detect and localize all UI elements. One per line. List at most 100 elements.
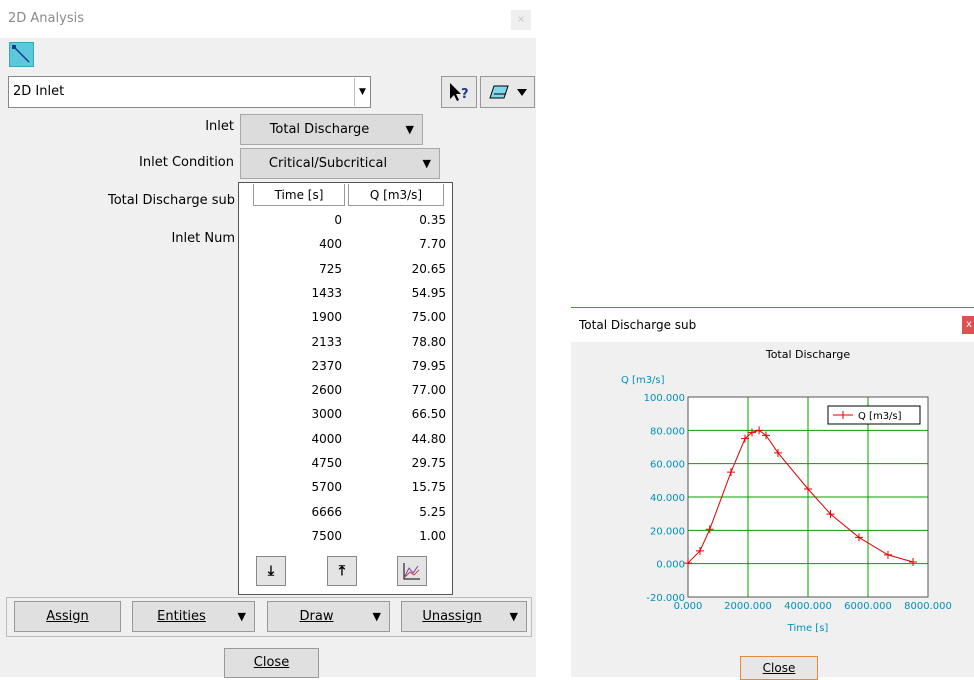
draw-button[interactable]: Draw ▼: [267, 601, 390, 632]
q-cell[interactable]: 54.95: [412, 286, 446, 300]
time-cell[interactable]: 1900: [311, 310, 342, 324]
chevron-down-icon: ▼: [422, 157, 431, 170]
table-row[interactable]: 2600 77.00: [239, 379, 452, 403]
table-row[interactable]: 6666 5.25: [239, 501, 452, 525]
inlet-value: Total Discharge: [269, 122, 370, 137]
time-cell[interactable]: 7500: [311, 529, 342, 543]
time-cell[interactable]: 2370: [311, 359, 342, 373]
q-cell[interactable]: 78.80: [412, 335, 446, 349]
table-row[interactable]: 2133 78.80: [239, 331, 452, 355]
inlet-condition-value: Critical/Subcritical: [268, 156, 388, 171]
column-header-q[interactable]: Q [m3/s]: [348, 184, 444, 206]
y-tick-label: 80.000: [650, 426, 685, 437]
chevron-down-icon: ▼: [509, 610, 518, 623]
q-cell[interactable]: 44.80: [412, 432, 446, 446]
pointer-help-icon[interactable]: ?: [441, 76, 477, 108]
layer-dropdown-icon[interactable]: [480, 76, 535, 108]
table-row[interactable]: 5700 15.75: [239, 476, 452, 500]
close-icon[interactable]: x: [962, 316, 974, 334]
time-cell[interactable]: 2133: [311, 335, 342, 349]
q-cell[interactable]: 7.70: [419, 237, 446, 251]
discharge-table[interactable]: Time [s] Q [m3/s] 0 0.35 400 7.70 725 20.65 14…: [238, 182, 453, 595]
y-tick-label: 40.000: [650, 493, 685, 504]
time-cell[interactable]: 6666: [311, 505, 342, 519]
time-cell[interactable]: 725: [319, 262, 342, 276]
q-cell[interactable]: 77.00: [412, 383, 446, 397]
table-row[interactable]: 1433 54.95: [239, 282, 452, 306]
table-header: Time [s] Q [m3/s]: [239, 183, 454, 207]
time-cell[interactable]: 4750: [311, 456, 342, 470]
q-cell[interactable]: 20.65: [412, 262, 446, 276]
svg-text:?: ?: [461, 87, 469, 102]
time-cell[interactable]: 1433: [311, 286, 342, 300]
x-tick-label: 8000.000: [904, 601, 952, 612]
move-down-icon[interactable]: ⤓: [256, 556, 286, 586]
q-cell[interactable]: 0.35: [419, 213, 446, 227]
table-row[interactable]: 1900 75.00: [239, 306, 452, 330]
close-icon[interactable]: ×: [511, 10, 531, 30]
inlet-label: Inlet: [205, 119, 234, 134]
y-tick-label: 60.000: [650, 460, 685, 471]
chevron-down-icon: ▼: [237, 610, 246, 623]
table-row[interactable]: 725 20.65: [239, 258, 452, 282]
table-row[interactable]: 2370 79.95: [239, 355, 452, 379]
assign-button[interactable]: Assign: [14, 601, 121, 632]
x-tick-label: 6000.000: [844, 601, 892, 612]
q-cell[interactable]: 75.00: [412, 310, 446, 324]
inlet-dropdown[interactable]: Total Discharge ▼: [240, 114, 423, 145]
chart-close-button[interactable]: Close: [740, 656, 818, 680]
plot-graph-icon[interactable]: [397, 556, 427, 586]
window-title: 2D Analysis: [0, 0, 536, 38]
time-cell[interactable]: 0: [334, 213, 342, 227]
draw-label: Draw: [299, 609, 334, 624]
entities-button[interactable]: Entities ▼: [132, 601, 255, 632]
q-cell[interactable]: 5.25: [419, 505, 446, 519]
time-cell[interactable]: 3000: [311, 407, 342, 421]
q-cell[interactable]: 1.00: [419, 529, 446, 543]
move-up-icon[interactable]: ⤒: [327, 556, 357, 586]
entity-type-value: 2D Inlet: [13, 84, 65, 99]
close-button[interactable]: Close: [224, 648, 319, 678]
analysis-window: 2D Analysis × 2D Inlet ▼ ? Inlet Total D…: [0, 0, 536, 678]
chart-title: Total Discharge: [765, 348, 851, 361]
table-row[interactable]: 0 0.35: [239, 209, 452, 233]
x-tick-label: 2000.000: [724, 601, 772, 612]
chevron-down-icon: ▼: [405, 123, 414, 136]
y-tick-label: -20.000: [646, 593, 685, 604]
y-tick-label: 0.000: [656, 560, 685, 571]
chevron-down-icon: ▼: [372, 610, 381, 623]
y-axis-label: Q [m3/s]: [621, 375, 665, 386]
line-tool-icon[interactable]: [9, 42, 34, 67]
table-row[interactable]: 4750 29.75: [239, 452, 452, 476]
time-cell[interactable]: 5700: [311, 480, 342, 494]
table-row[interactable]: 3000 66.50: [239, 403, 452, 427]
inlet-condition-label: Inlet Condition: [139, 155, 234, 170]
q-cell[interactable]: 15.75: [412, 480, 446, 494]
table-row[interactable]: 400 7.70: [239, 233, 452, 257]
chart-close-label: Close: [762, 661, 796, 675]
q-cell[interactable]: 29.75: [412, 456, 446, 470]
time-cell[interactable]: 4000: [311, 432, 342, 446]
close-label: Close: [253, 655, 290, 670]
time-cell[interactable]: 400: [319, 237, 342, 251]
entity-type-select[interactable]: 2D Inlet ▼: [8, 76, 371, 108]
assign-label: Assign: [46, 609, 89, 624]
q-cell[interactable]: 66.50: [412, 407, 446, 421]
table-row[interactable]: 7500 1.00: [239, 525, 452, 549]
unassign-button[interactable]: Unassign ▼: [401, 601, 527, 632]
table-row[interactable]: 4000 44.80: [239, 428, 452, 452]
chart-window-title: Total Discharge sub: [571, 308, 974, 342]
column-header-time[interactable]: Time [s]: [253, 184, 345, 206]
inlet-condition-dropdown[interactable]: Critical/Subcritical ▼: [240, 148, 440, 179]
chevron-down-icon[interactable]: ▼: [354, 78, 370, 106]
x-axis-label: Time [s]: [787, 623, 829, 634]
q-cell[interactable]: 79.95: [412, 359, 446, 373]
chart-window: Total Discharge sub x Total Discharge Q […: [571, 307, 974, 680]
y-tick-label: 100.000: [644, 393, 685, 404]
y-tick-label: 20.000: [650, 526, 685, 537]
time-cell[interactable]: 2600: [311, 383, 342, 397]
legend-label: Q [m3/s]: [858, 411, 902, 422]
unassign-label: Unassign: [422, 609, 482, 624]
x-tick-label: 4000.000: [784, 601, 832, 612]
discharge-chart: Total Discharge Q [m3/s] Time [s] 0.000 2000…: [621, 348, 952, 634]
